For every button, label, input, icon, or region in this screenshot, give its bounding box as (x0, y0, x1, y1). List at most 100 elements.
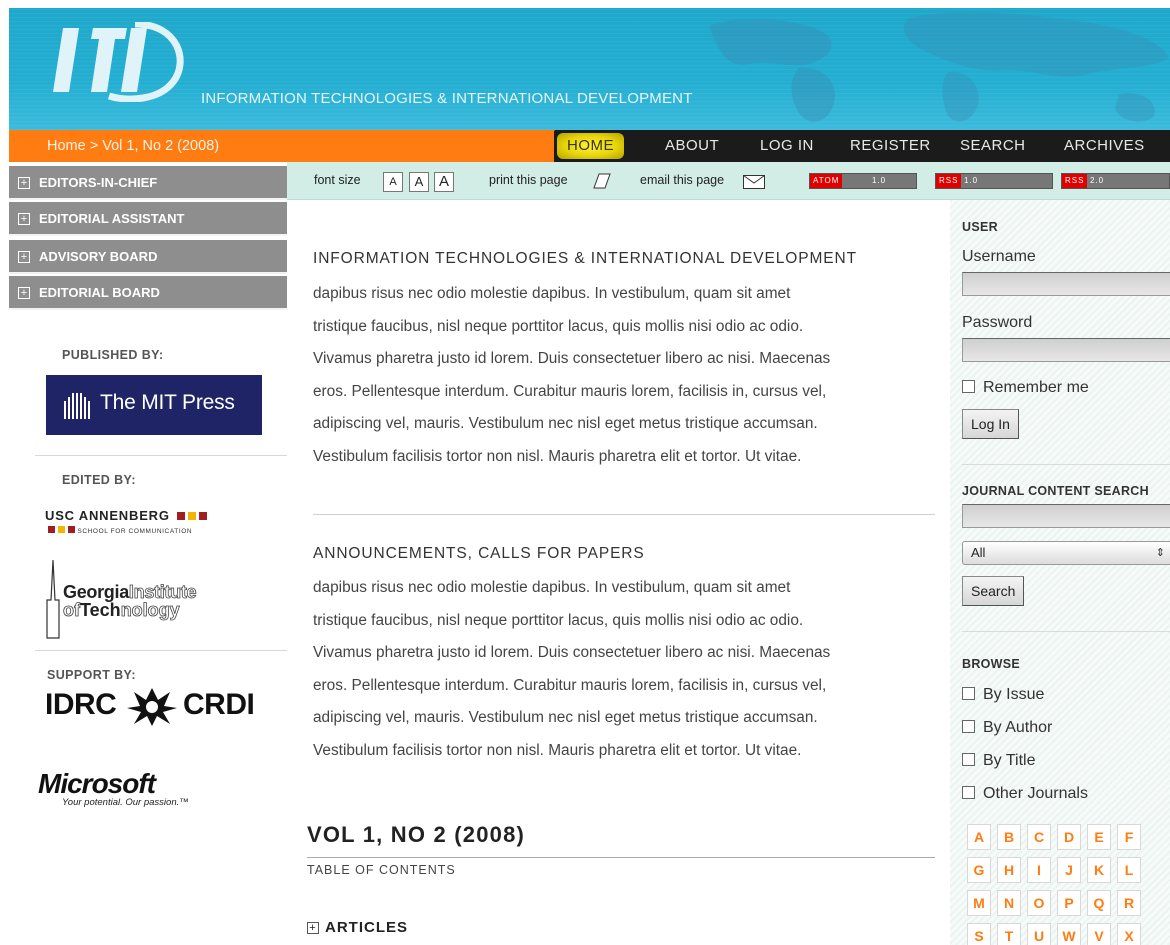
print-icon[interactable] (593, 173, 611, 189)
browse-by-title[interactable]: By Title (962, 752, 1035, 770)
alphabet-letter-h[interactable]: H (997, 857, 1021, 883)
nav-login[interactable]: LOG IN (760, 130, 814, 162)
microsoft-logo[interactable]: Microsoft Your potential. Our passion.™ (38, 768, 189, 808)
right-sidebar: USER Username Password Remember me Log I… (950, 200, 1170, 945)
idrc-emblem-icon (127, 688, 177, 726)
checkbox[interactable] (962, 687, 975, 700)
font-size-medium-button[interactable]: A (409, 172, 429, 192)
browse-by-author[interactable]: By Author (962, 719, 1052, 737)
font-size-large-button[interactable]: A (434, 172, 454, 192)
alphabet-letter-f[interactable]: F (1117, 824, 1141, 850)
browse-by-issue[interactable]: By Issue (962, 686, 1044, 704)
alphabet-letter-d[interactable]: D (1057, 824, 1081, 850)
user-heading: USER (962, 220, 998, 234)
atom-feed-badge[interactable]: ATOM 1.0 (809, 173, 917, 189)
nav-about[interactable]: ABOUT (665, 130, 719, 162)
print-page-link[interactable]: print this page (489, 173, 568, 187)
email-icon[interactable] (743, 175, 765, 189)
username-label: Username (962, 248, 1036, 265)
feed-version: 1.0 (964, 176, 979, 185)
alphabet-letter-b[interactable]: B (997, 824, 1021, 850)
remember-me-row[interactable]: Remember me (962, 379, 1089, 397)
text-line: Vestibulum facilisis tortor non nisl. Ma… (313, 741, 802, 759)
alphabet-letter-i[interactable]: I (1027, 857, 1051, 883)
checkbox[interactable] (962, 753, 975, 766)
main-content: INFORMATION TECHNOLOGIES & INTERNATIONAL… (287, 200, 947, 945)
text-line: adipiscing vel, mauris. Vestibulum nec n… (313, 709, 818, 726)
nology-word: nology (120, 600, 180, 621)
expand-plus-icon: + (18, 177, 30, 189)
nav-home[interactable]: HOME (557, 133, 624, 159)
text-line: Vestibulum facilisis tortor non nisl. Ma… (313, 447, 802, 465)
microsoft-tagline: Your potential. Our passion.™ (62, 797, 189, 808)
alphabet-letter-q[interactable]: Q (1087, 890, 1111, 916)
nav-archives[interactable]: ARCHIVES (1064, 130, 1145, 162)
browse-heading: BROWSE (962, 657, 1021, 671)
menu-editorial-board[interactable]: + EDITORIAL BOARD (9, 276, 287, 310)
alphabet-letter-s[interactable]: S (967, 923, 991, 945)
rss1-feed-badge[interactable]: RSS 1.0 (935, 173, 1053, 189)
select-arrows-icon: ⇕ (1155, 547, 1165, 559)
text-line: tristique faucibus, nisl neque porttitor… (313, 317, 804, 335)
idrc-crdi-logo[interactable]: IDRC CRDI (45, 688, 255, 726)
checkbox[interactable] (962, 720, 975, 733)
square-icon (68, 526, 75, 533)
usc-annenberg-logo[interactable]: USC ANNENBERG SCHOOL FOR COMMUNICATION (45, 508, 208, 535)
menu-editors-in-chief[interactable]: + EDITORS-IN-CHIEF (9, 166, 287, 200)
alphabet-letter-o[interactable]: O (1027, 890, 1051, 916)
alphabet-letter-c[interactable]: C (1027, 824, 1051, 850)
password-input[interactable] (962, 338, 1170, 362)
search-button[interactable]: Search (962, 576, 1025, 606)
usc-sub-text: SCHOOL FOR COMMUNICATION (45, 526, 207, 535)
alphabet-letter-a[interactable]: A (967, 824, 991, 850)
menu-advisory-board[interactable]: + ADVISORY BOARD (9, 240, 287, 274)
rss2-feed-badge[interactable]: RSS 2.0 (1061, 173, 1170, 189)
breadcrumb[interactable]: Home > Vol 1, No 2 (2008) (9, 130, 554, 162)
mit-press-logo[interactable]: The MIT Press (46, 375, 262, 435)
alphabet-letter-l[interactable]: L (1117, 857, 1141, 883)
site-header: INFORMATION TECHNOLOGIES & INTERNATIONAL… (9, 8, 1170, 130)
alphabet-letter-w[interactable]: W (1057, 923, 1081, 945)
browse-label: By Issue (983, 686, 1045, 703)
breadcrumb-arrow (529, 130, 555, 162)
idrc-text: IDRC (45, 688, 117, 721)
mit-bars-icon (64, 393, 90, 419)
alphabet-letter-v[interactable]: V (1087, 923, 1111, 945)
divider (35, 650, 287, 651)
alphabet-letter-t[interactable]: T (997, 923, 1021, 945)
alphabet-letter-m[interactable]: M (967, 890, 991, 916)
alphabet-letter-e[interactable]: E (1087, 824, 1111, 850)
checkbox[interactable] (962, 786, 975, 799)
browse-other-journals[interactable]: Other Journals (962, 785, 1088, 803)
articles-section-toggle[interactable]: + ARTICLES (307, 919, 408, 936)
menu-editorial-assistant[interactable]: + EDITORIAL ASSISTANT (9, 202, 287, 236)
nav-search[interactable]: SEARCH (960, 130, 1026, 162)
alphabet-letter-j[interactable]: J (1057, 857, 1081, 883)
alphabet-letter-x[interactable]: X (1117, 923, 1141, 945)
text-line: eros. Pellentesque interdum. Curabitur m… (313, 382, 827, 400)
username-input[interactable] (962, 272, 1170, 296)
square-icon (48, 526, 55, 533)
divider (35, 455, 287, 456)
georgia-word: Georgia (63, 582, 129, 602)
usc-sub-label: SCHOOL FOR COMMUNICATION (77, 528, 193, 535)
font-size-small-button[interactable]: A (383, 172, 403, 192)
email-page-link[interactable]: email this page (640, 173, 724, 187)
feed-key: RSS (936, 174, 962, 188)
login-button[interactable]: Log In (962, 409, 1019, 439)
nav-register[interactable]: REGISTER (850, 130, 931, 162)
menu-label: ADVISORY BOARD (39, 249, 158, 264)
alphabet-letter-u[interactable]: U (1027, 923, 1051, 945)
alphabet-letter-k[interactable]: K (1087, 857, 1111, 883)
search-scope-select[interactable]: All ⇕ (962, 541, 1170, 565)
section-divider (313, 514, 935, 515)
articles-label: ARTICLES (325, 919, 408, 936)
remember-me-checkbox[interactable] (962, 380, 975, 393)
journal-search-input[interactable] (962, 504, 1170, 528)
alphabet-letter-p[interactable]: P (1057, 890, 1081, 916)
alphabet-letter-r[interactable]: R (1117, 890, 1141, 916)
alphabet-letter-n[interactable]: N (997, 890, 1021, 916)
alphabet-letter-g[interactable]: G (967, 857, 991, 883)
georgia-tech-logo[interactable]: GeorgiaInstitute ofTechnology (45, 560, 275, 640)
iti-logo[interactable] (49, 20, 189, 107)
